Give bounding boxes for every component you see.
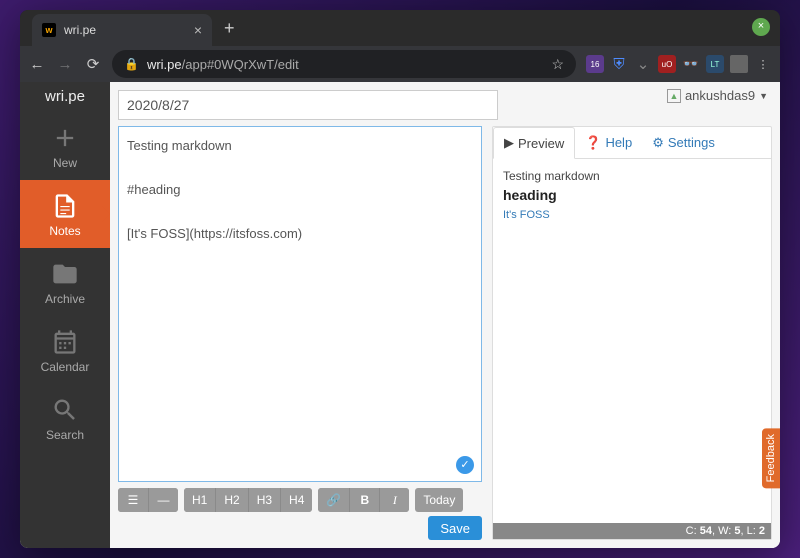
note-body-textarea[interactable] — [118, 126, 482, 482]
editor-stats: C: 54, W: 5, L: 2 — [493, 523, 771, 539]
note-title-input[interactable] — [118, 90, 498, 120]
nav-back-icon[interactable]: ← — [28, 56, 46, 73]
sidebar-item-archive[interactable]: Archive — [20, 248, 110, 316]
ok-check-icon: ✓ — [456, 456, 474, 474]
caret-down-icon: ▼ — [759, 91, 768, 101]
lock-icon: 🔒 — [124, 57, 139, 71]
bold-button[interactable]: B — [349, 488, 379, 512]
tab-label: Help — [605, 135, 632, 150]
browser-window: w wri.pe × + × ← → ⟳ 🔒 wri.pe/app#0WQrXw… — [20, 10, 780, 548]
sidebar-item-label: Search — [46, 428, 84, 442]
h2-button[interactable]: H2 — [215, 488, 247, 512]
feedback-tab[interactable]: Feedback — [762, 428, 780, 488]
nav-reload-icon[interactable]: ⟳ — [84, 55, 102, 73]
editor-toolbar: ☰ — H1 H2 H3 H4 🔗 B I — [118, 488, 482, 512]
calendar-icon — [51, 328, 79, 356]
preview-link[interactable]: It's FOSS — [503, 209, 550, 221]
tab-settings[interactable]: ⚙ Settings — [642, 127, 725, 158]
hr-button[interactable]: — — [148, 488, 178, 512]
sidebar-item-label: Notes — [49, 224, 80, 238]
sidebar-item-notes[interactable]: Notes — [20, 180, 110, 248]
sidebar-item-calendar[interactable]: Calendar — [20, 316, 110, 384]
url-host: wri.pe — [147, 57, 182, 72]
link-button[interactable]: 🔗 — [318, 488, 349, 512]
document-icon — [51, 192, 79, 220]
list-icon: ☰ — [128, 493, 139, 507]
minus-icon: — — [158, 493, 170, 507]
languagetool-icon[interactable]: LT — [706, 55, 724, 73]
extension-badge-icon[interactable]: 16 — [586, 55, 604, 73]
gear-icon: ⚙ — [652, 135, 664, 151]
help-icon: ❓ — [585, 135, 601, 151]
user-menu[interactable]: ▲ ankushdas9 ▼ — [667, 88, 768, 103]
browser-tab[interactable]: w wri.pe × — [32, 14, 212, 46]
play-icon: ▶ — [504, 135, 514, 151]
editor-wrap: ✓ — [118, 126, 482, 482]
bitwarden-icon[interactable]: ⛨ — [610, 55, 628, 73]
window-titlebar: w wri.pe × + × — [20, 10, 780, 46]
h1-button[interactable]: H1 — [184, 488, 215, 512]
sidebar-item-new[interactable]: New — [20, 112, 110, 180]
url-field[interactable]: 🔒 wri.pe/app#0WQrXwT/edit ☆ — [112, 50, 576, 78]
bookmark-star-icon[interactable]: ☆ — [551, 56, 564, 73]
search-icon — [51, 396, 79, 424]
address-bar: ← → ⟳ 🔒 wri.pe/app#0WQrXwT/edit ☆ 16 ⛨ ⌄… — [20, 46, 780, 82]
today-button[interactable]: Today — [415, 488, 463, 512]
stat-lines: 2 — [759, 525, 765, 537]
brand: wri.pe — [20, 82, 110, 112]
window-close-button[interactable]: × — [752, 18, 770, 36]
stat-words: 5 — [734, 525, 740, 537]
editor-row: ✓ ☰ — H1 H2 H3 H4 — [118, 126, 772, 540]
h3-button[interactable]: H3 — [248, 488, 280, 512]
sidebar-item-label: Calendar — [41, 360, 90, 374]
profile-avatar-icon[interactable] — [730, 55, 748, 73]
pocket-icon[interactable]: ⌄ — [634, 55, 652, 73]
sidebar: wri.pe New Notes Archive Calendar Search — [20, 82, 110, 548]
app-content: wri.pe New Notes Archive Calendar Search — [20, 82, 780, 548]
save-button[interactable]: Save — [428, 516, 482, 540]
nav-forward-icon[interactable]: → — [56, 56, 74, 73]
tab-label: Preview — [518, 136, 564, 151]
list-button[interactable]: ☰ — [118, 488, 148, 512]
h4-button[interactable]: H4 — [280, 488, 312, 512]
preview-tabs: ▶ Preview ❓ Help ⚙ Settings — [493, 127, 771, 159]
folder-icon — [51, 260, 79, 288]
main-pane: ▲ ankushdas9 ▼ ✓ ☰ — — [110, 82, 780, 548]
preview-heading: heading — [503, 187, 761, 203]
sidebar-item-label: Archive — [45, 292, 85, 306]
preview-body: Testing markdown heading It's FOSS — [493, 159, 771, 523]
ublock-icon[interactable]: uO — [658, 55, 676, 73]
preview-text: Testing markdown — [503, 169, 761, 183]
tab-preview[interactable]: ▶ Preview — [493, 127, 575, 159]
italic-button[interactable]: I — [379, 488, 409, 512]
tab-title: wri.pe — [64, 23, 96, 37]
url-path: /app#0WQrXwT/edit — [182, 57, 299, 72]
tab-close-icon[interactable]: × — [194, 22, 202, 38]
new-tab-button[interactable]: + — [224, 18, 235, 39]
preview-pane: ▶ Preview ❓ Help ⚙ Settings Tes — [492, 126, 772, 540]
sidebar-item-search[interactable]: Search — [20, 384, 110, 452]
tab-favicon: w — [42, 23, 56, 37]
extensions: 16 ⛨ ⌄ uO 👓 LT ⋮ — [586, 55, 772, 73]
editor-column: ✓ ☰ — H1 H2 H3 H4 — [118, 126, 482, 540]
tab-help[interactable]: ❓ Help — [575, 127, 642, 158]
browser-menu-icon[interactable]: ⋮ — [754, 55, 772, 73]
sidebar-item-label: New — [53, 156, 77, 170]
extension-goggles-icon[interactable]: 👓 — [682, 55, 700, 73]
plus-icon — [51, 124, 79, 152]
tab-label: Settings — [668, 135, 715, 150]
stat-chars: 54 — [700, 525, 712, 537]
link-icon: 🔗 — [326, 493, 341, 507]
user-name: ankushdas9 — [685, 88, 755, 103]
avatar-broken-icon: ▲ — [667, 89, 681, 103]
